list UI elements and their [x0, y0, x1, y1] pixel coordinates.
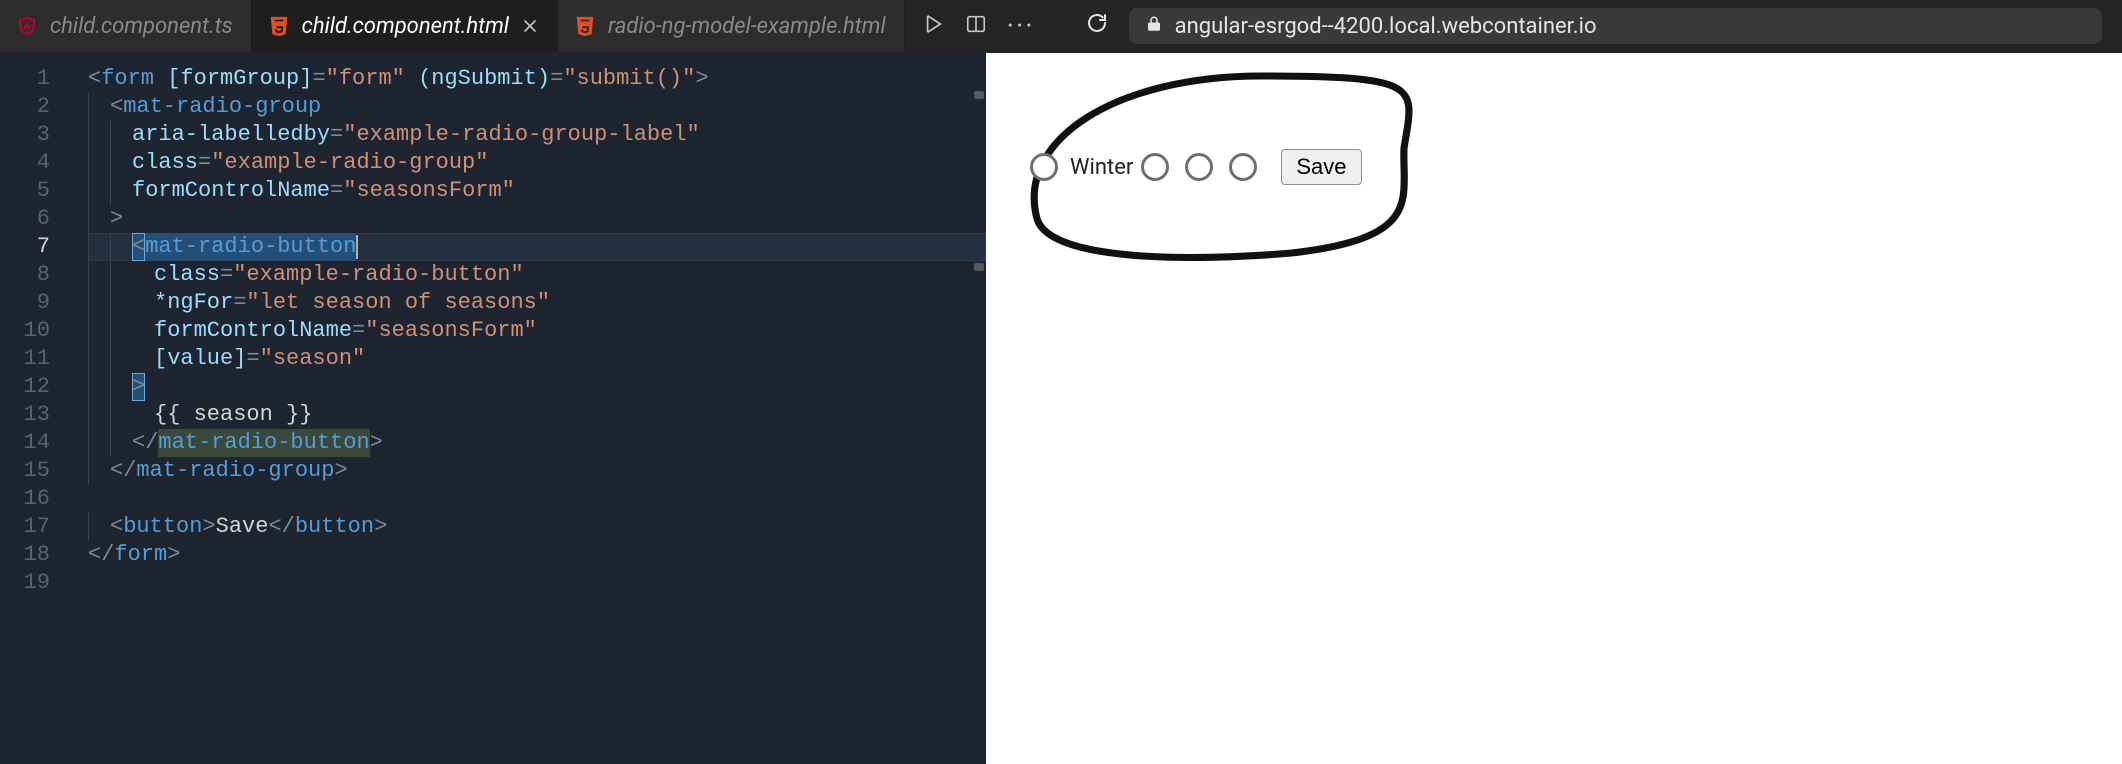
- tab-child-component-html[interactable]: child.component.html: [252, 0, 558, 52]
- tab-child-component-ts[interactable]: child.component.ts: [0, 0, 252, 52]
- main-split: 123456 7 8910111213141516171819 <form [f…: [0, 53, 2122, 764]
- tab-actions: ···: [905, 0, 1053, 52]
- preview-pane: Winter Save: [986, 53, 2122, 764]
- html-file-icon: [574, 15, 596, 37]
- more-actions-icon[interactable]: ···: [1007, 12, 1035, 40]
- tab-label: child.component.html: [302, 14, 509, 39]
- radio-option-3[interactable]: [1185, 153, 1213, 181]
- radio-label-1: Winter: [1070, 155, 1133, 180]
- radio-option-1[interactable]: [1030, 153, 1058, 181]
- angular-file-icon: [16, 15, 38, 37]
- text-cursor: [356, 235, 358, 259]
- split-editor-icon[interactable]: [965, 13, 987, 39]
- app-root: child.component.ts child.component.html …: [0, 0, 2122, 764]
- lock-icon: [1145, 14, 1163, 39]
- editor-tabs: child.component.ts child.component.html …: [0, 0, 905, 52]
- radio-option-2[interactable]: [1141, 153, 1169, 181]
- preview-browser-bar: angular-esrgod--4200.local.webcontainer.…: [1053, 0, 2122, 52]
- reload-icon[interactable]: [1085, 11, 1109, 41]
- run-icon[interactable]: [923, 13, 945, 39]
- code-editor[interactable]: 123456 7 8910111213141516171819 <form [f…: [0, 53, 986, 764]
- line-gutter: 123456 7 8910111213141516171819: [0, 53, 68, 764]
- top-bar: child.component.ts child.component.html …: [0, 0, 2122, 53]
- tab-radio-ng-model-example-html[interactable]: radio-ng-model-example.html: [558, 0, 905, 52]
- url-text: angular-esrgod--4200.local.webcontainer.…: [1175, 14, 1597, 39]
- editor-scrollbar[interactable]: [972, 53, 986, 764]
- radio-option-4[interactable]: [1229, 153, 1257, 181]
- code-content: <form [formGroup]="form" (ngSubmit)="sub…: [88, 65, 986, 597]
- close-icon[interactable]: [521, 17, 539, 35]
- html-file-icon: [268, 15, 290, 37]
- url-box[interactable]: angular-esrgod--4200.local.webcontainer.…: [1129, 8, 2102, 44]
- current-line: <mat-radio-button: [88, 233, 986, 261]
- tab-label: child.component.ts: [50, 14, 233, 39]
- tab-label: radio-ng-model-example.html: [608, 14, 886, 39]
- save-button[interactable]: Save: [1281, 149, 1361, 185]
- preview-form: Winter Save: [1030, 149, 1362, 185]
